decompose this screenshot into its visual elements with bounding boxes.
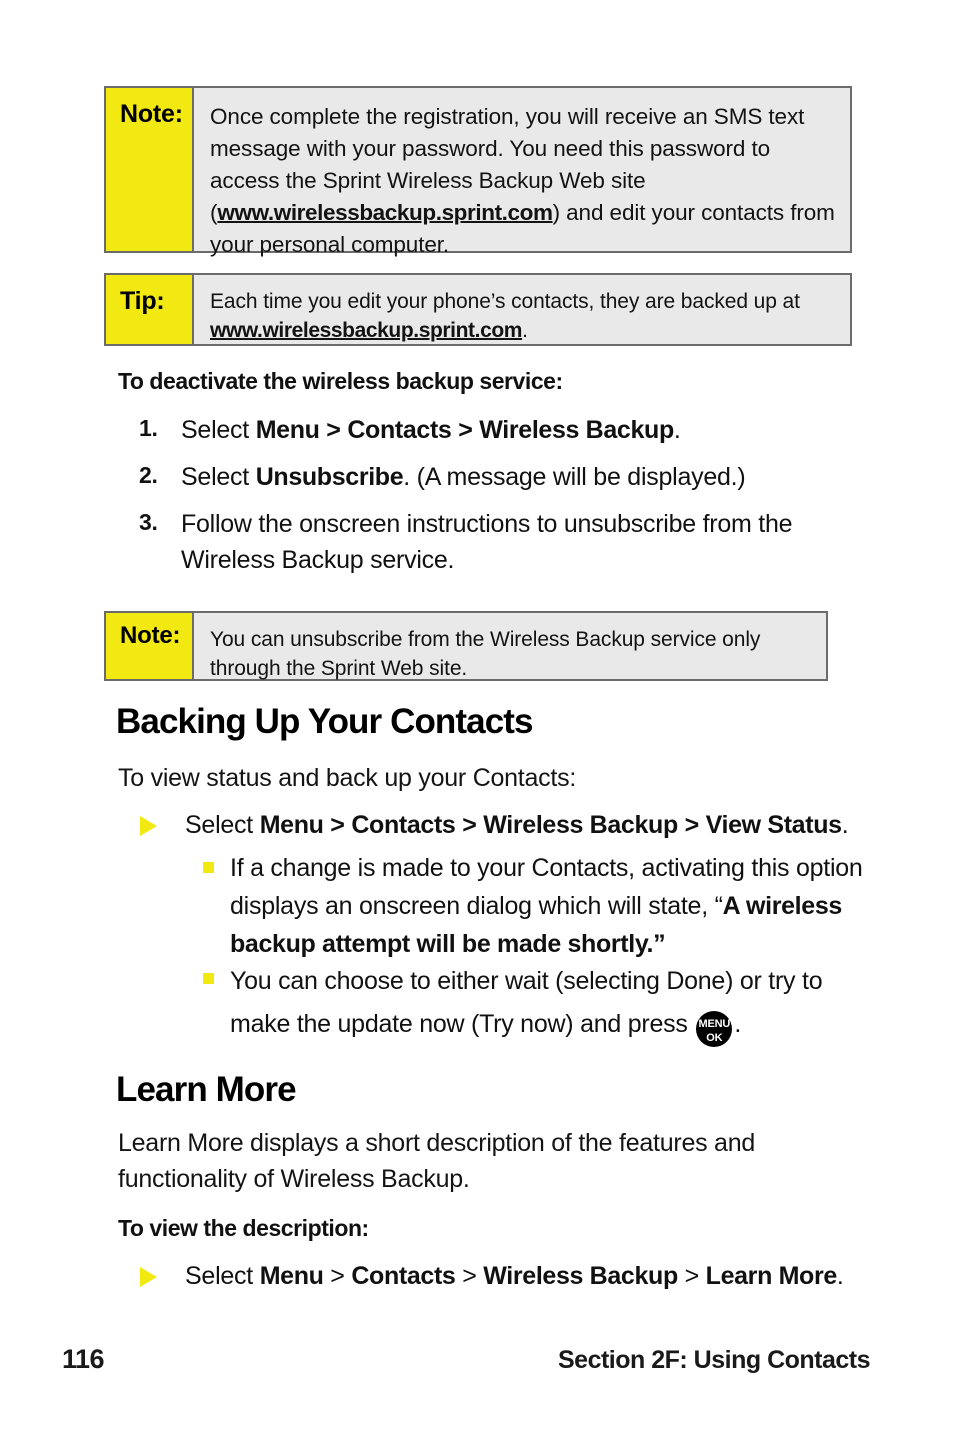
deactivate-step-3: 3. Follow the onscreen instructions to u… <box>139 506 859 578</box>
step-2-trail: . (A message will be displayed.) <box>403 463 746 491</box>
lm-bullet-lead: Select <box>185 1262 260 1290</box>
lm-sep-1: > <box>462 1262 477 1290</box>
footer-section-title: Section 2F: Using Contacts <box>558 1346 871 1374</box>
note-callout-2-label: Note: <box>106 613 194 679</box>
step-3-text: Follow the onscreen instructions to unsu… <box>181 510 793 574</box>
lm-bullet-trail: . <box>836 1262 844 1290</box>
sub2-text-post: . <box>734 1010 742 1038</box>
document-page: Note: Once complete the registration, yo… <box>0 0 954 1431</box>
learn-more-paragraph: Learn More displays a short description … <box>118 1129 756 1193</box>
step-1-trail: . <box>673 416 681 444</box>
footer-page-number: 116 <box>62 1344 105 1374</box>
menu-ok-key-line2: OK <box>706 1032 723 1044</box>
backing-up-subbullet-1: If a change is made to your Contacts, ac… <box>203 849 863 963</box>
step-2-lead: Select <box>181 463 256 491</box>
bu-bullet-lead: Select <box>185 811 260 839</box>
step-2-number: 2. <box>139 462 158 488</box>
triangle-bullet-icon-2 <box>140 1258 185 1294</box>
step-1-path-1: Contacts <box>347 416 452 444</box>
sub1-quote-close: ” <box>653 930 666 958</box>
menu-ok-key-line1: MENU <box>698 1018 731 1030</box>
bu-sep-1: > <box>462 811 477 839</box>
step-1-path-2: Wireless Backup <box>479 416 674 444</box>
lm-path-3: Learn More <box>705 1262 838 1290</box>
step-1-sep-1: > <box>458 416 473 444</box>
square-bullet-icon-2 <box>203 960 230 1047</box>
learn-more-heading: Learn More <box>116 1070 297 1109</box>
backing-up-bullet-text: Select Menu > Contacts > Wireless Backup… <box>185 807 860 843</box>
tip-callout-label: Tip: <box>106 275 194 344</box>
bu-path-1: Contacts <box>351 811 456 839</box>
lm-sep-0: > <box>330 1262 345 1290</box>
backing-up-subbullet-2-text: You can choose to either wait (selecting… <box>230 960 863 1047</box>
note-callout-2: Note: You can unsubscribe from the Wirel… <box>104 611 828 681</box>
note-callout-1: Note: Once complete the registration, yo… <box>104 86 852 257</box>
lm-path-0: Menu <box>259 1262 324 1290</box>
step-1-text: Select Menu > Contacts > Wireless Backup… <box>181 412 859 448</box>
learn-more-subhead: To view the description: <box>118 1215 369 1241</box>
bu-sep-0: > <box>330 811 345 839</box>
lm-path-2: Wireless Backup <box>483 1262 678 1290</box>
tip-callout: Tip: Each time you edit your phone’s con… <box>104 273 852 346</box>
note-callout-1-label: Note: <box>106 88 194 251</box>
tip-callout-body: Each time you edit your phone’s contacts… <box>194 275 850 344</box>
bu-sep-2: > <box>684 811 700 839</box>
lm-sep-2: > <box>684 1262 700 1290</box>
note-callout-2-body: You can unsubscribe from the Wireless Ba… <box>210 628 761 680</box>
menu-ok-key-icon: MENU OK <box>696 1011 733 1047</box>
triangle-bullet-icon <box>140 807 185 843</box>
deactivate-step-2: 2. Select Unsubscribe. (A message will b… <box>139 459 859 495</box>
tip-callout-text-pre: Each time you edit your phone’s contacts… <box>210 290 800 313</box>
bu-bullet-trail: . <box>841 811 849 839</box>
wireless-backup-url-2[interactable]: www.wirelessbackup.sprint.com <box>210 319 522 342</box>
backing-up-subbullet-2: You can choose to either wait (selecting… <box>203 960 863 1047</box>
lm-path-1: Contacts <box>351 1262 456 1290</box>
wireless-backup-url-1[interactable]: www.wirelessbackup.sprint.com <box>217 200 553 225</box>
step-3-number: 3. <box>139 509 158 535</box>
step-1-path-0: Menu <box>255 416 320 444</box>
square-bullet-icon-1 <box>203 849 230 963</box>
deactivate-step-1: 1. Select Menu > Contacts > Wireless Bac… <box>139 412 859 448</box>
sub1-quote-open: “ <box>714 892 723 920</box>
backing-up-subbullet-1-text: If a change is made to your Contacts, ac… <box>230 849 863 963</box>
learn-more-bullet: Select Menu > Contacts > Wireless Backup… <box>140 1258 860 1294</box>
tip-callout-text-post: . <box>522 318 528 342</box>
note-callout-1-body: Once complete the registration, you will… <box>194 88 850 257</box>
bu-path-3: View Status <box>705 811 842 839</box>
step-1-sep-0: > <box>326 416 341 444</box>
step-2-bold: Unsubscribe <box>255 463 404 491</box>
backing-up-bullet: Select Menu > Contacts > Wireless Backup… <box>140 807 860 843</box>
backing-up-heading: Backing Up Your Contacts <box>116 702 534 741</box>
deactivate-heading: To deactivate the wireless backup servic… <box>118 368 563 394</box>
step-1-lead: Select <box>181 416 256 444</box>
bu-path-0: Menu <box>259 811 324 839</box>
learn-more-bullet-text: Select Menu > Contacts > Wireless Backup… <box>185 1258 860 1294</box>
step-2-text: Select Unsubscribe. (A message will be d… <box>181 459 859 495</box>
bu-path-2: Wireless Backup <box>483 811 678 839</box>
step-1-number: 1. <box>139 415 158 441</box>
backing-up-intro: To view status and back up your Contacts… <box>118 764 577 792</box>
